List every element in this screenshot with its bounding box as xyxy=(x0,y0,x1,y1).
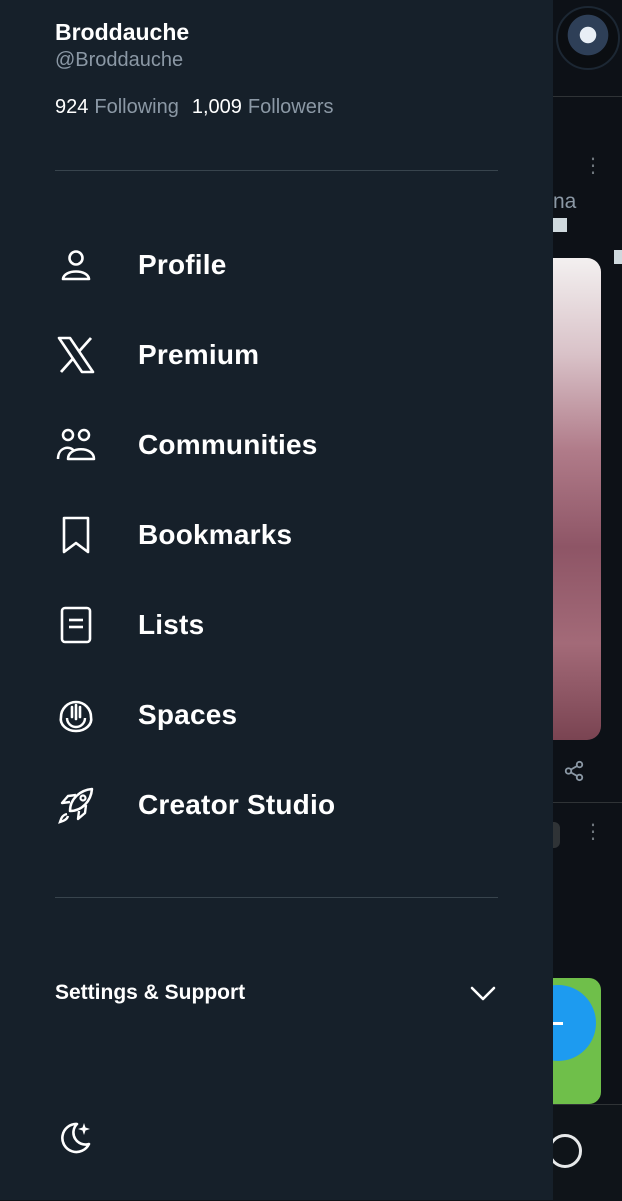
divider xyxy=(55,897,498,898)
feed-avatar[interactable] xyxy=(556,6,620,70)
feed-divider xyxy=(553,802,622,803)
menu-label: Communities xyxy=(138,429,318,460)
feed-partial-text: na xyxy=(553,190,577,213)
following-link[interactable]: 924 Following xyxy=(55,96,179,118)
side-drawer: Broddauche @Broddauche 924 Following 1,009… xyxy=(0,0,553,1200)
followers-label: Followers xyxy=(247,96,334,118)
divider xyxy=(55,170,498,171)
nav-circle-icon[interactable] xyxy=(548,1134,582,1168)
menu-label: Premium xyxy=(138,339,260,370)
menu-label: Spaces xyxy=(138,699,238,730)
menu-item-profile[interactable]: Profile xyxy=(55,230,498,300)
menu-label: Lists xyxy=(138,609,205,640)
settings-label: Settings & Support xyxy=(55,981,246,1004)
rocket-icon xyxy=(55,784,97,826)
followers-link[interactable]: 1,009 Followers xyxy=(192,96,334,118)
menu-item-lists[interactable]: Lists xyxy=(55,590,498,660)
menu-item-spaces[interactable]: Spaces xyxy=(55,680,498,750)
communities-icon xyxy=(55,424,97,466)
more-options-icon[interactable]: ⋮ xyxy=(583,822,603,842)
menu-item-premium[interactable]: Premium xyxy=(55,320,498,390)
profile-name[interactable]: Broddauche xyxy=(55,19,189,46)
moon-icon[interactable] xyxy=(55,1118,95,1158)
x-logo-icon xyxy=(55,334,97,376)
follow-stats: 924 Following 1,009 Followers xyxy=(55,96,334,119)
list-icon xyxy=(55,604,97,646)
share-icon[interactable] xyxy=(563,760,585,782)
menu-item-communities[interactable]: Communities xyxy=(55,410,498,480)
feed-marker xyxy=(553,218,567,232)
profile-handle: @Broddauche xyxy=(55,49,184,71)
menu-item-creator-studio[interactable]: Creator Studio xyxy=(55,770,498,840)
feed-marker xyxy=(614,250,622,264)
menu-label: Creator Studio xyxy=(138,789,336,820)
spaces-icon xyxy=(55,694,97,736)
settings-support-toggle[interactable]: Settings & Support xyxy=(55,966,498,1020)
menu-item-bookmarks[interactable]: Bookmarks xyxy=(55,500,498,570)
bookmark-icon xyxy=(55,514,97,556)
plus-icon xyxy=(553,1022,563,1025)
feed-image[interactable] xyxy=(553,258,601,740)
feed-divider xyxy=(553,96,622,97)
chevron-down-icon xyxy=(470,986,496,1001)
following-count: 924 xyxy=(55,96,89,118)
followers-count: 1,009 xyxy=(191,96,242,118)
more-options-icon[interactable]: ⋮ xyxy=(583,156,603,176)
menu-label: Bookmarks xyxy=(138,519,293,550)
menu-label: Profile xyxy=(138,249,227,280)
following-label: Following xyxy=(94,96,179,118)
person-icon xyxy=(55,244,97,286)
